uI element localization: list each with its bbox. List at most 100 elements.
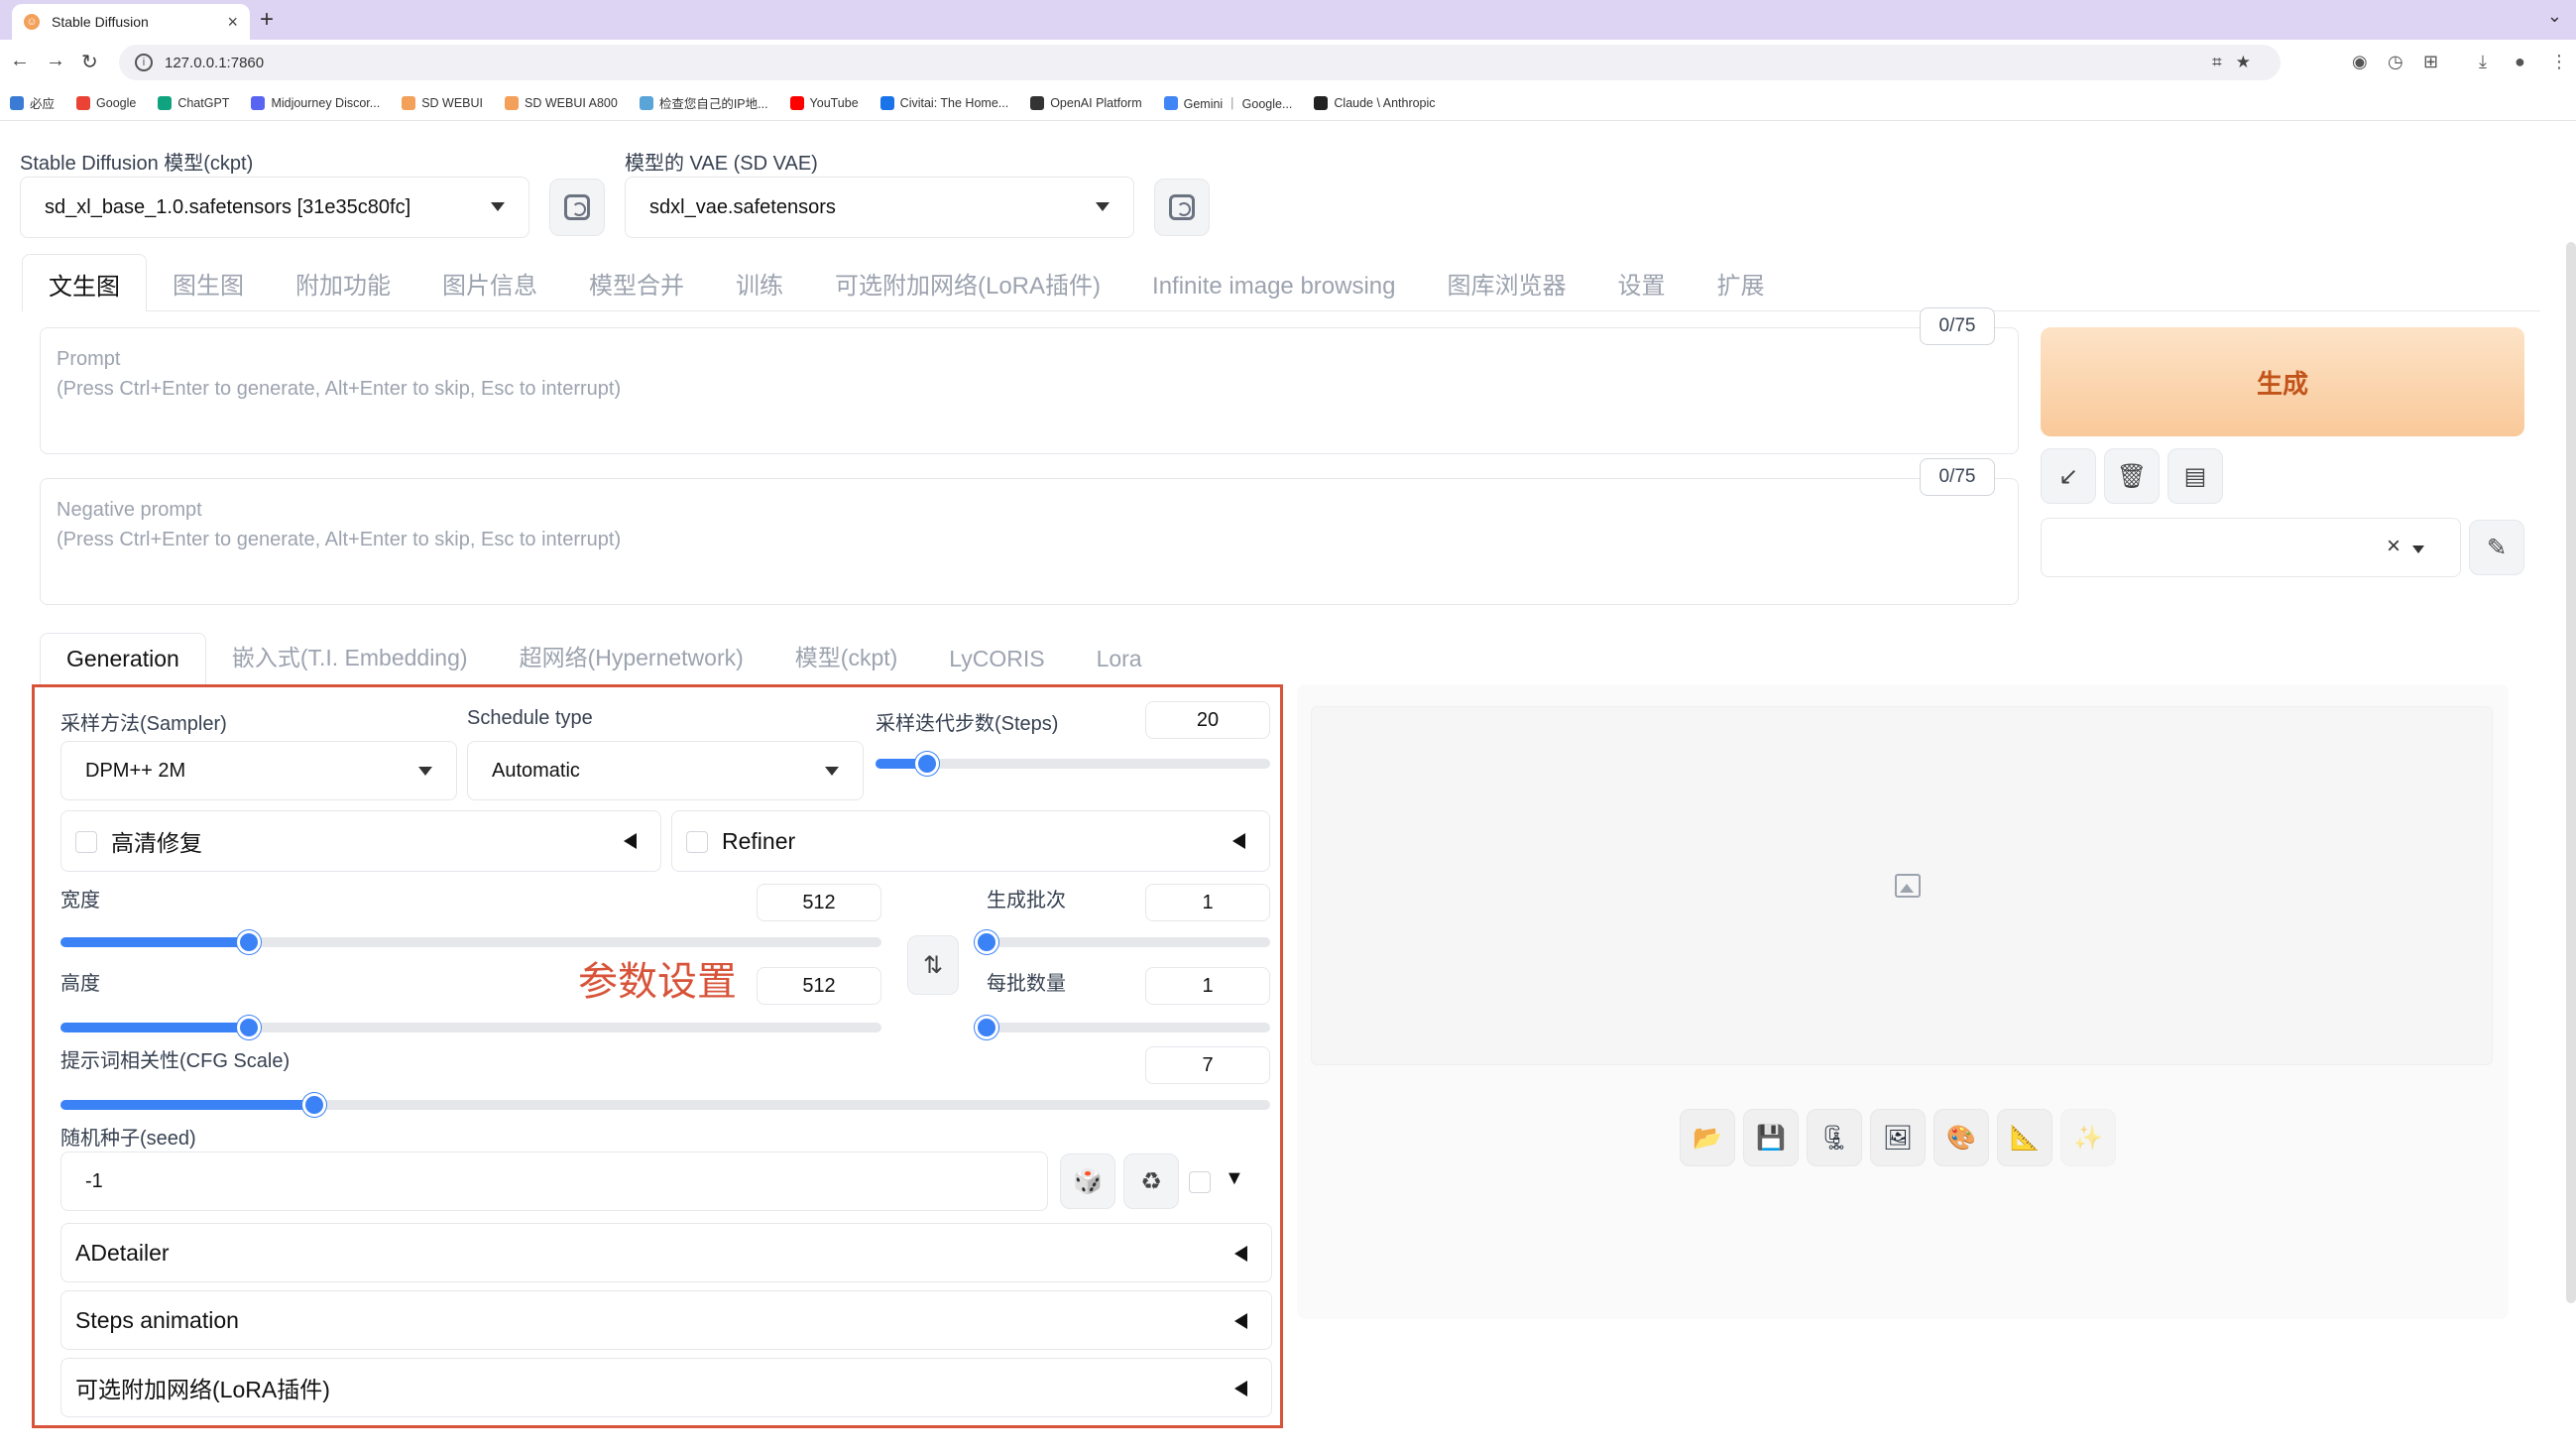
reload-icon[interactable]: ↻ [81, 50, 98, 74]
paste-params-button[interactable]: ↙ [2041, 448, 2096, 504]
negative-prompt-textarea[interactable]: Negative prompt (Press Ctrl+Enter to gen… [40, 478, 2019, 605]
download-icon[interactable]: ⤓ [2479, 52, 2487, 72]
generate-button[interactable]: 生成 [2041, 327, 2524, 436]
history-icon[interactable]: ◷ [2388, 52, 2403, 72]
close-tab-icon[interactable]: × [227, 12, 238, 33]
bookmark-item[interactable]: SD WEBUI [402, 95, 483, 110]
width-input[interactable]: 512 [757, 884, 881, 921]
random-seed-button[interactable]: 🎲 [1060, 1153, 1115, 1209]
steps-animation-accordion[interactable]: Steps animation [60, 1290, 1272, 1350]
tab-lora[interactable]: Lora [1071, 646, 1168, 684]
tab-lycoris[interactable]: LyCORIS [923, 646, 1070, 684]
slider-handle[interactable] [975, 1016, 998, 1039]
bookmark-item[interactable]: OpenAI Platform [1030, 95, 1142, 110]
slider-handle[interactable] [237, 930, 261, 954]
cfg-scale-slider[interactable] [60, 1093, 1270, 1117]
tab-additional-networks[interactable]: 可选附加网络(LoRA插件) [809, 266, 1126, 310]
bookmark-item[interactable]: YouTube [789, 95, 859, 110]
bookmark-item[interactable]: Google [76, 95, 136, 110]
bookmark-item[interactable]: Claude \ Anthropic [1314, 95, 1436, 110]
slider-handle[interactable] [237, 1016, 261, 1039]
styles-dropdown[interactable]: × [2041, 518, 2461, 577]
bookmark-item[interactable]: Gemini ｜ Google... [1163, 93, 1292, 112]
upscale-button[interactable]: ✨ [2060, 1109, 2116, 1166]
tab-search-icon[interactable]: ⌄ [2547, 6, 2562, 27]
page-scrollbar[interactable] [2566, 242, 2576, 1303]
hires-fix-checkbox[interactable] [75, 831, 97, 853]
menu-icon[interactable]: ⋮ [2550, 52, 2568, 72]
tab-png-info[interactable]: 图片信息 [416, 266, 563, 310]
refiner-accordion[interactable]: Refiner [671, 810, 1270, 872]
back-icon[interactable]: ← [10, 50, 30, 72]
bookmark-item[interactable]: Midjourney Discor... [251, 95, 380, 110]
sampler-dropdown[interactable]: DPM++ 2M [60, 741, 457, 800]
forward-icon[interactable]: → [46, 50, 65, 72]
swap-dimensions-button[interactable]: ⇅ [907, 935, 959, 995]
additional-networks-accordion[interactable]: 可选附加网络(LoRA插件) [60, 1358, 1272, 1417]
extra-seed-checkbox[interactable] [1189, 1171, 1211, 1193]
tab-extras[interactable]: 附加功能 [270, 266, 416, 310]
save-button[interactable]: 💾 [1743, 1109, 1799, 1166]
batch-size-input[interactable]: 1 [1145, 967, 1270, 1005]
steps-slider[interactable] [876, 752, 1270, 776]
height-slider[interactable] [60, 1016, 881, 1039]
reuse-seed-button[interactable]: ♻ [1123, 1153, 1179, 1209]
ckpt-dropdown[interactable]: sd_xl_base_1.0.safetensors [31e35c80fc] [20, 177, 529, 238]
edit-styles-button[interactable]: ✎ [2469, 520, 2524, 575]
clear-icon[interactable]: × [2387, 533, 2400, 560]
profile-icon[interactable]: ● [2515, 52, 2525, 72]
tab-checkpoints[interactable]: 模型(ckpt) [769, 639, 924, 684]
adetailer-accordion[interactable]: ADetailer [60, 1223, 1272, 1282]
tab-train[interactable]: 训练 [710, 266, 809, 310]
site-info-icon[interactable]: i [135, 54, 153, 71]
batch-count-input[interactable]: 1 [1145, 884, 1270, 921]
tab-image-browser[interactable]: 图库浏览器 [1422, 266, 1592, 310]
bookmark-item[interactable]: ChatGPT [158, 95, 229, 110]
tab-img2img[interactable]: 图生图 [147, 266, 270, 310]
new-tab-button[interactable]: + [260, 6, 274, 34]
open-folder-button[interactable]: 📂 [1680, 1109, 1735, 1166]
bookmark-item[interactable]: 检查您自己的IP地... [639, 93, 768, 112]
translate-icon[interactable]: ⌗ [2212, 53, 2236, 71]
output-gallery[interactable] [1311, 706, 2493, 1065]
omnibox[interactable]: i 127.0.0.1:7860 ⌗★ [119, 45, 2281, 80]
omnibox-actions[interactable]: ⌗★ [2212, 53, 2265, 72]
tab-checkpoint-merger[interactable]: 模型合并 [563, 266, 710, 310]
refresh-ckpt-button[interactable] [549, 179, 605, 236]
prompt-textarea[interactable]: Prompt (Press Ctrl+Enter to generate, Al… [40, 327, 2019, 454]
batch-size-slider[interactable] [975, 1016, 1270, 1039]
clear-prompt-button[interactable]: 🗑 [2104, 448, 2160, 504]
width-slider[interactable] [60, 930, 881, 954]
hires-fix-accordion[interactable]: 高清修复 [60, 810, 661, 872]
tab-extensions[interactable]: 扩展 [1692, 266, 1791, 310]
slider-handle[interactable] [302, 1093, 326, 1117]
tab-infinite-image-browsing[interactable]: Infinite image browsing [1126, 273, 1421, 310]
slider-handle[interactable] [975, 930, 998, 954]
bookmark-item[interactable]: SD WEBUI A800 [505, 95, 618, 110]
extension-icon[interactable]: ◉ [2352, 52, 2368, 72]
refresh-vae-button[interactable] [1154, 179, 1210, 236]
tab-textual-inversion[interactable]: 嵌入式(T.I. Embedding) [206, 639, 494, 684]
vae-dropdown[interactable]: sdxl_vae.safetensors [625, 177, 1134, 238]
send-to-inpaint-button[interactable]: 🎨 [1933, 1109, 1989, 1166]
tab-hypernetwork[interactable]: 超网络(Hypernetwork) [494, 639, 769, 684]
extra-seed-toggle-icon[interactable]: ▼ [1225, 1167, 1244, 1190]
tab-txt2img[interactable]: 文生图 [22, 254, 147, 311]
tab-generation[interactable]: Generation [40, 633, 206, 684]
cfg-scale-input[interactable]: 7 [1145, 1046, 1270, 1084]
puzzle-icon[interactable]: ⊞ [2423, 52, 2438, 72]
browser-tab[interactable]: ☺ Stable Diffusion × [12, 4, 250, 40]
tab-settings[interactable]: 设置 [1592, 266, 1692, 310]
zip-button[interactable]: 🗜 [1807, 1109, 1862, 1166]
apply-style-button[interactable]: ▤ [2167, 448, 2223, 504]
bookmark-item[interactable]: 必应 [10, 93, 55, 112]
slider-handle[interactable] [915, 752, 939, 776]
refiner-checkbox[interactable] [686, 831, 708, 853]
schedule-type-dropdown[interactable]: Automatic [467, 741, 864, 800]
steps-input[interactable]: 20 [1145, 701, 1270, 739]
batch-count-slider[interactable] [975, 930, 1270, 954]
bookmark-item[interactable]: Civitai: The Home... [879, 95, 1008, 110]
height-input[interactable]: 512 [757, 967, 881, 1005]
send-to-extras-button[interactable]: 📐 [1997, 1109, 2052, 1166]
send-to-img2img-button[interactable]: 🖼 [1870, 1109, 1926, 1166]
